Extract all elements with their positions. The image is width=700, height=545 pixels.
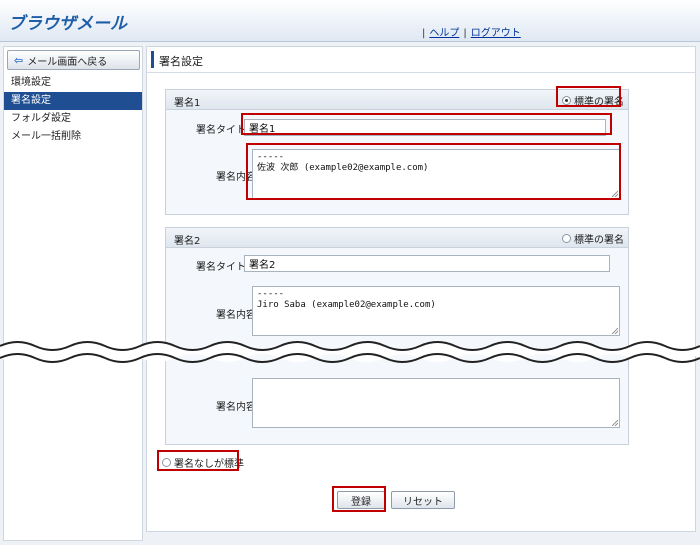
submit-button[interactable]: 登録 bbox=[337, 491, 385, 509]
signature-2-name: 署名2 bbox=[174, 236, 201, 247]
help-link[interactable]: ヘルプ bbox=[429, 28, 459, 39]
signature-1-name: 署名1 bbox=[174, 98, 201, 109]
sidebar: ⇦ メール画面へ戻る 環境設定 署名設定 フォルダ設定 メール一括削除 bbox=[3, 46, 143, 541]
signature-panel-1-header: 署名1 標準の署名 bbox=[166, 90, 628, 110]
sidebar-item-folder[interactable]: フォルダ設定 bbox=[4, 110, 142, 128]
page-title-bar: 署名設定 bbox=[147, 47, 695, 73]
resize-grip-icon[interactable] bbox=[612, 191, 618, 197]
resize-grip-icon[interactable] bbox=[612, 328, 618, 334]
title-accent-bar bbox=[151, 51, 154, 68]
signature-2-body-textarea[interactable]: ----- Jiro Saba (example02@example.com) bbox=[252, 286, 620, 336]
radio-unselected-icon bbox=[562, 233, 571, 243]
no-signature-default-radio[interactable]: 署名なしが標準 bbox=[162, 454, 244, 470]
signature-1-body-textarea[interactable]: ----- 佐波 次郎 (example02@example.com) bbox=[252, 149, 620, 199]
signature-1-body-label: 署名内容 bbox=[216, 172, 256, 183]
signature-2-title-input[interactable] bbox=[244, 255, 610, 272]
no-signature-default-label: 署名なしが標準 bbox=[174, 458, 244, 470]
signature-2-body-label: 署名内容 bbox=[216, 310, 256, 321]
signature-panel-2-header: 署名2 標準の署名 bbox=[166, 228, 628, 248]
sidebar-item-bulk-delete[interactable]: メール一括削除 bbox=[4, 128, 142, 146]
signature-1-body-text: ----- 佐波 次郎 (example02@example.com) bbox=[257, 152, 429, 173]
back-button-label: メール画面へ戻る bbox=[27, 56, 108, 68]
resize-grip-icon[interactable] bbox=[612, 420, 618, 426]
sidebar-item-signature[interactable]: 署名設定 bbox=[4, 92, 142, 110]
signature-1-title-input[interactable] bbox=[244, 119, 606, 136]
sidebar-item-environment[interactable]: 環境設定 bbox=[4, 74, 142, 92]
content-break-wave bbox=[0, 341, 700, 363]
signature-1-default-label: 標準の署名 bbox=[574, 96, 624, 108]
settings-nav: 環境設定 署名設定 フォルダ設定 メール一括削除 bbox=[4, 74, 142, 146]
app-header: ブラウザメール | ヘルプ | ログアウト bbox=[0, 0, 700, 42]
app-logo: ブラウザメール bbox=[8, 14, 127, 34]
top-links: | ヘルプ | ログアウト bbox=[422, 28, 521, 39]
signature-panel-1: 署名1 標準の署名 署名タイトル 署名内容 ----- 佐波 次郎 (examp… bbox=[165, 89, 629, 215]
signature-last-body-textarea[interactable] bbox=[252, 378, 620, 428]
back-to-mail-button[interactable]: ⇦ メール画面へ戻る bbox=[7, 50, 140, 70]
signature-last-body-label: 署名内容 bbox=[216, 402, 256, 413]
signature-2-default-radio[interactable]: 標準の署名 bbox=[562, 230, 624, 246]
radio-unselected-icon bbox=[162, 457, 171, 467]
back-arrow-icon: ⇦ bbox=[14, 53, 24, 67]
signature-2-body-text: ----- Jiro Saba (example02@example.com) bbox=[257, 289, 436, 310]
radio-selected-icon bbox=[562, 95, 571, 105]
logout-link[interactable]: ログアウト bbox=[471, 28, 521, 39]
reset-button[interactable]: リセット bbox=[391, 491, 455, 509]
signature-1-default-radio[interactable]: 標準の署名 bbox=[562, 92, 624, 108]
page-title: 署名設定 bbox=[159, 55, 203, 68]
signature-2-default-label: 標準の署名 bbox=[574, 234, 624, 246]
